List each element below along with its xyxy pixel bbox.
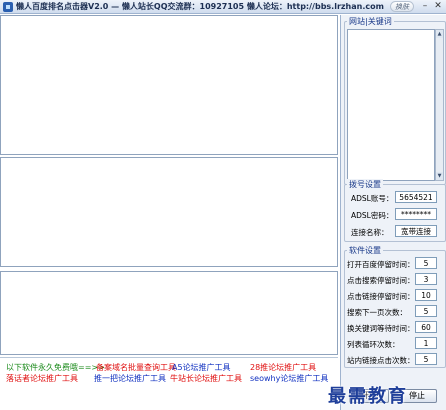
software-settings-label: 软件设置	[347, 245, 383, 256]
status-pane[interactable]	[0, 271, 338, 355]
link-luohuazhe-forum-tool[interactable]: 落话者论坛推广工具	[6, 373, 78, 384]
link-domain-record-query[interactable]: 备案域名批量查询工具	[96, 362, 176, 373]
setting-inner-link-input[interactable]	[415, 353, 437, 365]
app-window: 懒人百度排名点击器V2.0 — 懒人站长QQ交流群：10927105 懒人论坛：…	[0, 0, 446, 410]
setting-inner-link-label: 站内链接点击次数：	[347, 356, 415, 365]
tools-links-area: 以下软件永久免费哦==>> 备案域名批量查询工具 A5论坛推广工具 28推论坛推…	[0, 357, 338, 410]
close-icon[interactable]: ✕	[432, 1, 444, 12]
setting-click-link-label: 点击链接停留时间：	[347, 292, 415, 301]
link-a5-forum-tool[interactable]: A5论坛推广工具	[172, 362, 231, 373]
setting-keyword-wait-input[interactable]	[415, 321, 437, 333]
setting-open-baidu-label: 打开百度停留时间：	[347, 260, 415, 269]
adsl-password-input[interactable]	[395, 208, 437, 220]
connection-name-label: 连接名称：	[351, 228, 389, 237]
link-seowhy-forum-tool[interactable]: seowhy论坛推广工具	[250, 373, 328, 384]
setting-next-page-label: 搜索下一页次数：	[347, 308, 407, 317]
dial-settings-label: 拨号设置	[347, 179, 383, 190]
setting-click-search-input[interactable]	[415, 273, 437, 285]
link-niuzhanzhang-forum-tool[interactable]: 牛站长论坛推广工具	[170, 373, 242, 384]
minimize-icon[interactable]: –	[420, 1, 430, 12]
skin-button[interactable]: 换肤	[390, 1, 414, 12]
connection-name-input[interactable]	[395, 225, 437, 237]
setting-keyword-wait-label: 换关键词等待时间：	[347, 324, 415, 333]
adsl-password-label: ADSL密码：	[351, 211, 394, 220]
link-28tui-forum-tool[interactable]: 28推论坛推广工具	[250, 362, 316, 373]
window-title: 懒人百度排名点击器V2.0 — 懒人站长QQ交流群：10927105 懒人论坛：…	[16, 2, 384, 11]
setting-loop-count-label: 列表循环次数：	[347, 340, 400, 349]
watermark-logo: 最需教育	[328, 386, 408, 407]
title-bar: 懒人百度排名点击器V2.0 — 懒人站长QQ交流群：10927105 懒人论坛：…	[0, 0, 446, 14]
link-tuiyiba-forum-tool[interactable]: 推一把论坛推广工具	[94, 373, 166, 384]
scroll-down-icon[interactable]: ▼	[436, 172, 443, 180]
keywords-textarea[interactable]	[347, 29, 435, 181]
adsl-account-input[interactable]	[395, 191, 437, 203]
setting-click-link-input[interactable]	[415, 289, 437, 301]
app-icon	[3, 2, 13, 12]
setting-next-page-input[interactable]	[415, 305, 437, 317]
free-software-notice: 以下软件永久免费哦==>>	[6, 363, 105, 372]
scroll-up-icon[interactable]: ▲	[436, 30, 443, 38]
keywords-label: 网站|关键词	[347, 16, 394, 27]
right-panel: 网站|关键词 ▲ ▼ 拨号设置 ADSL账号： ADSL密码： 连接名称： 软件…	[340, 15, 446, 410]
setting-click-search-label: 点击搜索停留时间：	[347, 276, 415, 285]
setting-loop-count-input[interactable]	[415, 337, 437, 349]
log-pane[interactable]	[0, 157, 338, 267]
adsl-account-label: ADSL账号：	[351, 194, 394, 203]
keywords-scrollbar[interactable]: ▲ ▼	[435, 29, 444, 181]
setting-open-baidu-input[interactable]	[415, 257, 437, 269]
browser-pane[interactable]	[0, 15, 338, 155]
